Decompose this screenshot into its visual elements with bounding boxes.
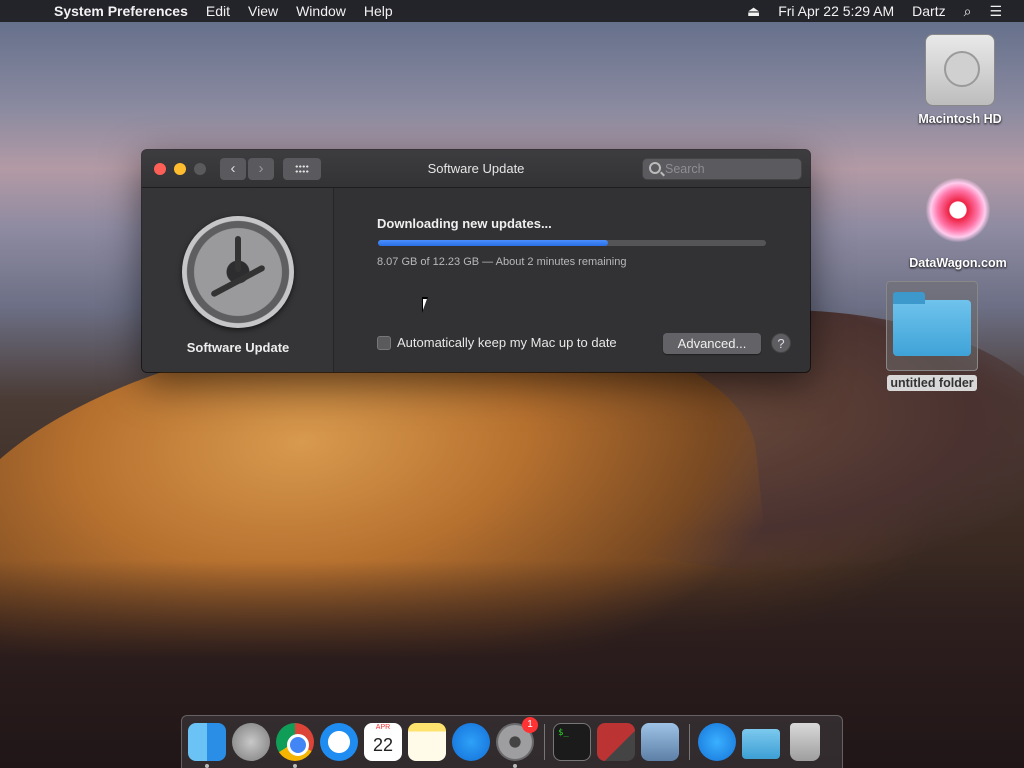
search-icon	[649, 162, 661, 174]
chrome-icon[interactable]	[276, 723, 314, 768]
zoom-button[interactable]	[194, 163, 206, 175]
update-panel: Downloading new updates... 8.07 GB of 12…	[335, 188, 810, 372]
dock: APR 22 1 $_	[181, 715, 843, 768]
show-all-button[interactable]	[283, 158, 321, 180]
download-progress-text: 8.07 GB of 12.23 GB — About 2 minutes re…	[377, 256, 627, 268]
help-button[interactable]: ?	[771, 333, 791, 353]
folder-selection	[886, 281, 978, 371]
notification-badge: 1	[522, 717, 538, 733]
app-store-download-icon[interactable]	[698, 723, 736, 761]
dock-separator	[689, 724, 690, 760]
desktop-icon-untitled-folder[interactable]: untitled folder	[880, 281, 984, 391]
title-bar[interactable]: ‹ › Software Update	[142, 150, 810, 188]
menu-bar: System Preferences Edit View Window Help…	[0, 0, 1024, 22]
running-indicator	[205, 764, 209, 768]
running-indicator	[513, 764, 517, 768]
software-update-gear-icon	[182, 216, 294, 328]
system-preferences-icon[interactable]: 1	[496, 717, 538, 768]
chevron-left-icon: ‹	[230, 160, 236, 177]
terminal-icon[interactable]: $_	[553, 723, 591, 761]
desktop-icon-label: untitled folder	[887, 375, 977, 391]
calendar-month: APR	[375, 724, 391, 731]
download-progress-bar	[378, 240, 766, 246]
menu-user[interactable]: Dartz	[912, 3, 945, 19]
launchpad-icon[interactable]	[232, 723, 270, 761]
folder-stack-icon[interactable]	[742, 729, 780, 759]
app-store-icon[interactable]	[452, 723, 490, 761]
eject-icon[interactable]: ⏏	[747, 3, 760, 20]
folder-icon	[893, 292, 971, 356]
download-status: Downloading new updates...	[377, 216, 552, 231]
chevron-right-icon: ›	[258, 160, 264, 177]
dock-separator	[544, 724, 545, 760]
safari-icon[interactable]	[320, 723, 358, 761]
auto-update-label[interactable]: Automatically keep my Mac up to date	[397, 335, 617, 350]
menu-view[interactable]: View	[248, 3, 278, 19]
forward-button[interactable]: ›	[248, 158, 274, 180]
auto-update-checkbox[interactable]	[377, 335, 391, 350]
sidebar-label: Software Update	[186, 340, 290, 355]
advanced-button[interactable]: Advanced...	[663, 333, 761, 354]
menu-datetime[interactable]: Fri Apr 22 5:29 AM	[778, 3, 894, 19]
download-progress-fill	[378, 240, 609, 246]
sidebar: Software Update	[142, 188, 334, 372]
software-update-window: ‹ › Software Update Software Update Down…	[142, 150, 810, 372]
trash-icon[interactable]	[790, 723, 820, 761]
desktop-icon-label: Macintosh HD	[918, 112, 1002, 126]
menu-edit[interactable]: Edit	[206, 3, 230, 19]
auto-update-row[interactable]: Automatically keep my Mac up to date	[377, 335, 617, 350]
menu-app-name[interactable]: System Preferences	[54, 3, 188, 19]
desktop-icon-macintosh-hd[interactable]: Macintosh HD	[905, 34, 1015, 126]
finder-icon[interactable]	[188, 723, 226, 768]
running-indicator	[293, 764, 297, 768]
hard-drive-icon	[925, 34, 995, 106]
minimize-button[interactable]	[174, 163, 186, 175]
preview-icon[interactable]	[641, 723, 679, 761]
search-field[interactable]	[642, 158, 802, 180]
terminal-prompt: $_	[558, 728, 569, 738]
search-input[interactable]	[665, 159, 795, 179]
notes-icon[interactable]	[408, 723, 446, 761]
photo-booth-icon[interactable]	[597, 723, 635, 761]
menu-help[interactable]: Help	[364, 3, 393, 19]
spotlight-search-icon[interactable]: ⌕	[964, 3, 972, 20]
back-button[interactable]: ‹	[220, 158, 246, 180]
datawagon-icon	[918, 170, 998, 250]
grid-icon	[295, 164, 309, 174]
desktop-icon-label: DataWagon.com	[909, 256, 1007, 270]
desktop-icon-datawagon[interactable]: DataWagon.com	[898, 170, 1018, 270]
menu-window[interactable]: Window	[296, 3, 346, 19]
close-button[interactable]	[154, 163, 166, 175]
calendar-day: 22	[372, 735, 394, 755]
calendar-icon[interactable]: APR 22	[364, 723, 402, 761]
mouse-cursor-icon	[422, 297, 434, 313]
notification-center-icon[interactable]: ☰	[989, 3, 1002, 20]
